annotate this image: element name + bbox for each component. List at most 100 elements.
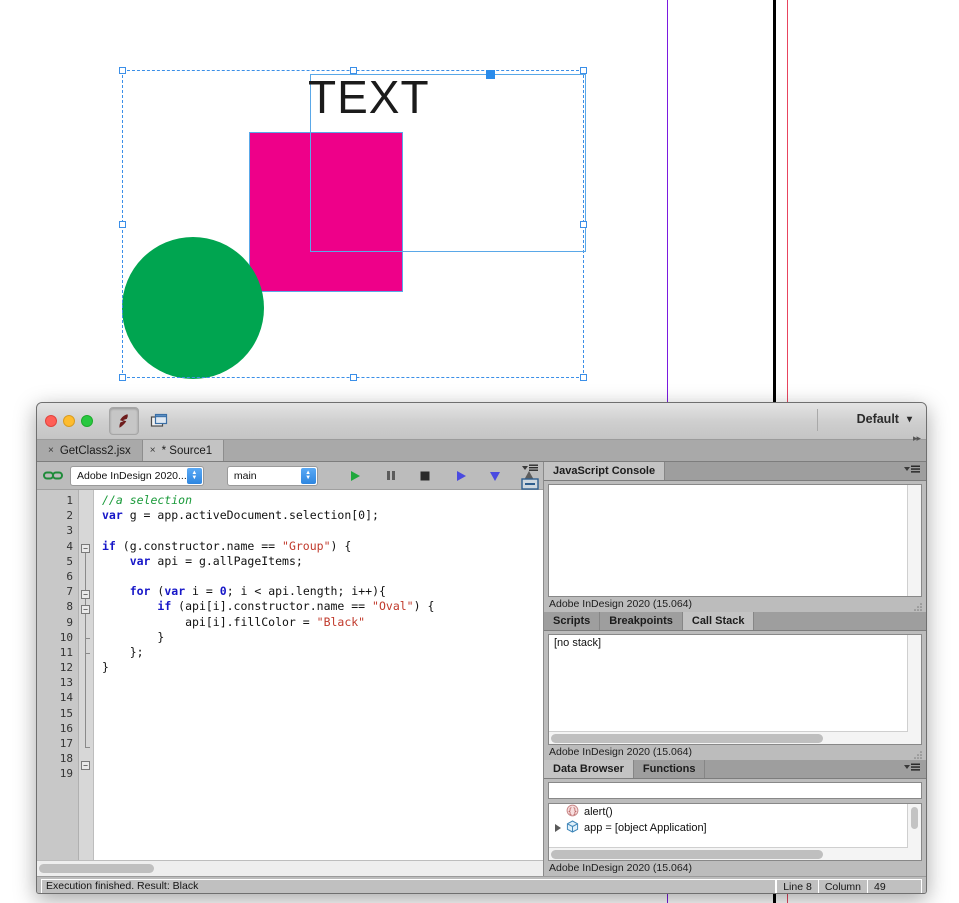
code-line[interactable]: }; xyxy=(102,645,543,660)
code-line[interactable]: for (var i = 0; i < api.length; i++){ xyxy=(102,584,543,599)
code-line[interactable] xyxy=(102,523,543,538)
function-scope-select[interactable]: main ▲ ▼ xyxy=(226,465,318,486)
editor-toolbar[interactable]: Adobe InDesign 2020... ▲ ▼ main ▲ ▼ xyxy=(37,462,543,490)
editor-horizontal-scrollbar[interactable] xyxy=(37,860,543,876)
fold-toggle-line4[interactable]: − xyxy=(81,544,90,553)
code-line[interactable]: //a selection xyxy=(102,493,543,508)
handle-bottom-right[interactable] xyxy=(580,374,587,381)
handle-reference-point[interactable] xyxy=(486,70,495,79)
tab-javascript-console[interactable]: JavaScript Console xyxy=(544,462,666,480)
handle-middle-right[interactable] xyxy=(580,221,587,228)
console-output[interactable] xyxy=(548,484,922,597)
handle-top-center[interactable] xyxy=(350,67,357,74)
code-line[interactable] xyxy=(102,721,543,736)
code-line[interactable]: api[i].fillColor = "Black" xyxy=(102,615,543,630)
code-line[interactable] xyxy=(102,690,543,705)
minimize-button[interactable] xyxy=(63,415,75,427)
code-line[interactable] xyxy=(102,736,543,751)
databrowser-horizontal-scrollbar[interactable] xyxy=(549,847,908,860)
tab-source1[interactable]: × * Source1 xyxy=(142,440,225,461)
code-line[interactable]: } xyxy=(102,660,543,675)
panel-menu-icon[interactable] xyxy=(903,465,921,475)
target-application-select[interactable]: Adobe InDesign 2020... ▲ ▼ xyxy=(70,465,204,486)
scrollbar-thumb[interactable] xyxy=(551,733,823,743)
callstack-horizontal-scrollbar[interactable] xyxy=(549,731,908,744)
pause-button[interactable] xyxy=(382,467,399,485)
close-icon[interactable]: × xyxy=(150,445,156,456)
databrowser-filter-input[interactable] xyxy=(548,782,922,799)
list-item[interactable]: {} alert() xyxy=(549,804,921,820)
line-number: 4 xyxy=(66,539,73,553)
callstack-content[interactable]: [no stack] xyxy=(548,634,922,745)
tab-call-stack[interactable]: Call Stack xyxy=(682,612,755,630)
handle-bottom-center[interactable] xyxy=(350,374,357,381)
extendscript-toolkit-window[interactable]: Default ▾ ▸▸ × GetClass2.jsx × * Source1 xyxy=(36,402,927,894)
code-line[interactable]: } xyxy=(102,630,543,645)
window-toggle-icon[interactable] xyxy=(145,408,173,434)
handle-middle-left[interactable] xyxy=(119,221,126,228)
code-line[interactable] xyxy=(102,766,543,781)
handle-bottom-left[interactable] xyxy=(119,374,126,381)
step-over-button[interactable] xyxy=(486,467,503,485)
code-line[interactable] xyxy=(102,569,543,584)
step-into-button[interactable] xyxy=(452,467,469,485)
databrowser-tabbar[interactable]: Data Browser Functions xyxy=(544,760,926,779)
stop-button[interactable] xyxy=(416,467,433,485)
code-line[interactable] xyxy=(102,706,543,721)
scrollbar-thumb[interactable] xyxy=(911,807,918,829)
tab-getclass2[interactable]: × GetClass2.jsx xyxy=(41,440,143,461)
handle-top-left[interactable] xyxy=(119,67,126,74)
scrollbar-thumb[interactable] xyxy=(551,849,823,859)
code-folding-gutter[interactable]: − − − − xyxy=(79,490,94,860)
fold-toggle-line19[interactable]: − xyxy=(81,761,90,770)
document-tabbar[interactable]: × GetClass2.jsx × * Source1 xyxy=(37,440,926,462)
close-icon[interactable]: × xyxy=(48,445,54,456)
code-editor[interactable]: 1 2 3 4 5 6 7 8 9 10 11 12 13 14 15 16 17 18 19 − − − − //… xyxy=(37,490,543,860)
resize-grip-icon[interactable] xyxy=(914,749,923,759)
code-text[interactable]: //a selection var g = app.activeDocument.… xyxy=(94,490,543,860)
console-vertical-scrollbar[interactable] xyxy=(907,485,921,596)
editor-toolbar-right[interactable] xyxy=(521,464,539,493)
tab-functions[interactable]: Functions xyxy=(633,760,706,778)
braces-icon: {} xyxy=(566,804,579,820)
close-button[interactable] xyxy=(45,415,57,427)
fold-toggle-line8[interactable]: − xyxy=(81,605,90,614)
code-line[interactable] xyxy=(102,675,543,690)
workspace-selector[interactable]: Default ▾ xyxy=(857,412,912,426)
list-item[interactable]: app = [object Application] xyxy=(549,820,921,836)
fold-toggle-line7[interactable]: − xyxy=(81,590,90,599)
line-number: 3 xyxy=(66,524,73,538)
text-frame-baseline-extension xyxy=(403,251,585,252)
extendscript-logo-icon[interactable] xyxy=(109,407,139,435)
callstack-vertical-scrollbar[interactable] xyxy=(907,635,921,744)
chain-link-icon[interactable] xyxy=(43,469,63,482)
tab-label: Data Browser xyxy=(553,763,624,775)
collapse-panels-icon[interactable]: ▸▸ xyxy=(913,433,921,444)
run-button[interactable] xyxy=(347,467,364,485)
panel-menu-icon[interactable] xyxy=(521,464,539,476)
maximize-button[interactable] xyxy=(81,415,93,427)
databrowser-tree[interactable]: {} alert() app = [object Application] xyxy=(548,803,922,861)
expander-triangle-icon[interactable] xyxy=(555,824,561,832)
callstack-status: Adobe InDesign 2020 (15.064) xyxy=(544,745,926,760)
window-titlebar[interactable]: Default ▾ ▸▸ xyxy=(37,403,926,443)
code-line[interactable]: if (g.constructor.name == "Group") { xyxy=(102,539,543,554)
console-tabbar[interactable]: JavaScript Console xyxy=(544,462,926,481)
code-line[interactable]: if (api[i].constructor.name == "Oval") { xyxy=(102,599,543,614)
code-line[interactable] xyxy=(102,751,543,766)
code-line[interactable]: var g = app.activeDocument.selection[0]; xyxy=(102,508,543,523)
resize-grip-icon[interactable] xyxy=(914,601,923,611)
line-number-gutter: 1 2 3 4 5 6 7 8 9 10 11 12 13 14 15 16 17 18 19 xyxy=(37,490,79,860)
handle-top-right[interactable] xyxy=(580,67,587,74)
databrowser-vertical-scrollbar[interactable] xyxy=(907,804,921,860)
tab-breakpoints[interactable]: Breakpoints xyxy=(600,612,683,630)
tab-data-browser[interactable]: Data Browser xyxy=(544,760,634,778)
line-number: 13 xyxy=(59,676,73,690)
tab-scripts[interactable]: Scripts xyxy=(544,612,601,630)
group-selection-bbox[interactable] xyxy=(119,67,587,381)
tab-label: * Source1 xyxy=(161,444,213,457)
code-line[interactable]: var api = g.allPageItems; xyxy=(102,554,543,569)
callstack-tabbar[interactable]: Scripts Breakpoints Call Stack xyxy=(544,612,926,631)
scrollbar-thumb[interactable] xyxy=(39,864,154,873)
panel-menu-icon[interactable] xyxy=(903,763,921,773)
